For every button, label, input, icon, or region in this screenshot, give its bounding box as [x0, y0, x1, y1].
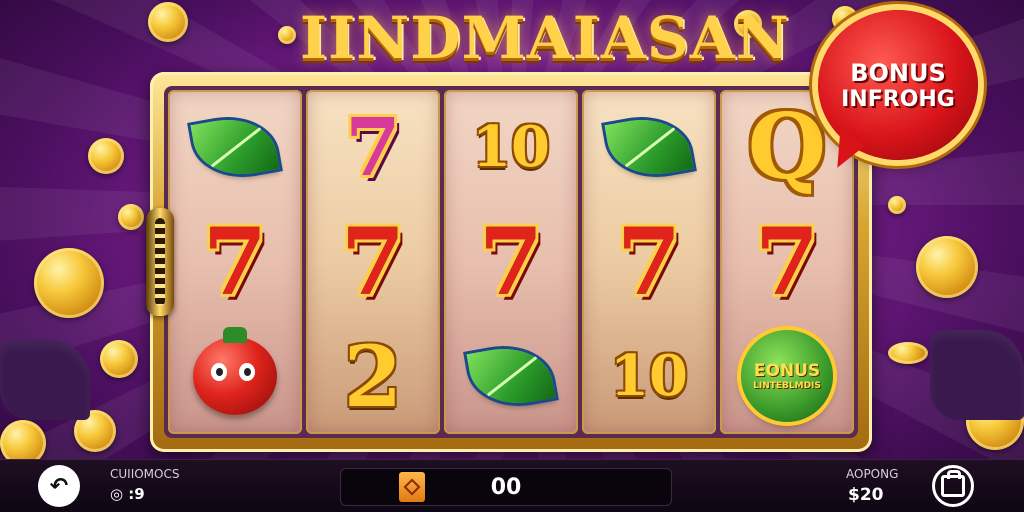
reel-cell: [444, 319, 578, 434]
back-button[interactable]: ↶: [38, 465, 80, 507]
bonus-badge-line1: EONUS: [753, 361, 821, 382]
reel-cell: 7: [444, 205, 578, 320]
bonus-badge-line2: LINTEBLMDIS: [753, 381, 821, 392]
ten-symbol: 10: [472, 114, 550, 181]
coin-icon: [34, 248, 104, 318]
bag-icon: [941, 470, 965, 497]
left-stat-value: ◎ :9: [110, 485, 145, 503]
reel-cell: EONUS LINTEBLMDIS: [720, 319, 854, 434]
reel-1: 7: [168, 90, 302, 434]
reel-cell: 10: [582, 319, 716, 434]
reel-3: 10 7: [444, 90, 578, 434]
leaf-icon: [604, 111, 694, 183]
bottom-bar: ↶ CUIIOMOCS ◎ :9 00 AOPONG $20: [0, 459, 1024, 512]
coin-icon: [148, 2, 188, 42]
reel-cell: 7: [306, 205, 440, 320]
bet-value: 00: [490, 475, 522, 500]
reels-container: 7 7 7 2 10 7 7 10 Q 7 EONUS LINTEBLMDIS: [164, 86, 858, 438]
rock-decoration: [0, 340, 90, 420]
bonus-bubble-line2: INFROHG: [841, 86, 955, 112]
coin-icon: [278, 26, 296, 44]
coin-icon: [88, 138, 124, 174]
bonus-bubble[interactable]: BONUS INFROHG: [818, 10, 978, 160]
seven-symbol: 7: [340, 207, 405, 316]
shop-button[interactable]: [932, 465, 974, 507]
coin-icon: [888, 196, 906, 214]
reel-cell: [582, 90, 716, 205]
reel-side-handle: [146, 208, 174, 316]
coin-icon: [100, 340, 138, 378]
coin-icon: [888, 342, 928, 364]
back-arrow-icon: ↶: [49, 473, 69, 499]
reel-cell: [168, 319, 302, 434]
leaf-icon: [466, 340, 556, 412]
seven-pink-symbol: 7: [345, 100, 401, 195]
reel-4: 7 10: [582, 90, 716, 434]
left-stat-label: CUIIOMOCS: [110, 467, 180, 481]
coin-icon: [118, 204, 144, 230]
two-symbol: 2: [343, 326, 403, 426]
reel-cell: [168, 90, 302, 205]
reel-cell: 7: [720, 205, 854, 320]
leaf-icon: [190, 111, 280, 183]
bonus-bubble-line1: BONUS: [850, 58, 946, 87]
seven-symbol: 7: [616, 207, 681, 316]
seven-symbol: 7: [754, 207, 819, 316]
right-stat-value: $20: [848, 485, 884, 505]
slot-machine-frame: 7 7 7 2 10 7 7 10 Q 7 EONUS LINTEBLMDIS: [150, 72, 872, 452]
ten-symbol: 10: [610, 343, 688, 410]
game-title: IINDMAIASAN: [300, 4, 790, 72]
bet-display[interactable]: 00: [340, 468, 672, 506]
reel-cell: 10: [444, 90, 578, 205]
seven-symbol: 7: [202, 207, 267, 316]
rock-decoration: [930, 330, 1024, 420]
reel-cell: 7: [168, 205, 302, 320]
reel-cell: 7: [306, 90, 440, 205]
tomato-icon: [193, 327, 277, 416]
seven-symbol: 7: [478, 207, 543, 316]
reel-cell: 7: [582, 205, 716, 320]
reel-cell: 2: [306, 319, 440, 434]
bonus-badge-icon: EONUS LINTEBLMDIS: [741, 330, 833, 423]
coin-icon: [916, 236, 978, 298]
q-symbol: Q: [747, 94, 827, 201]
right-stat-label: AOPONG: [846, 467, 899, 481]
reel-2: 7 7 2: [306, 90, 440, 434]
